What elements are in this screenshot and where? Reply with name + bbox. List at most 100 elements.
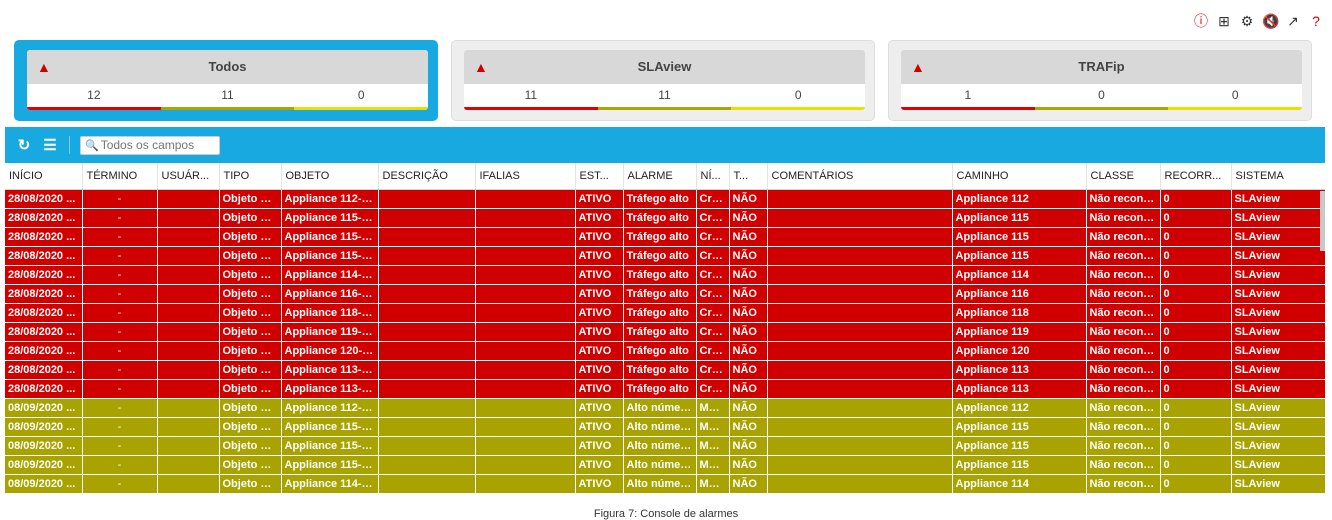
table-cell: Appliance 115-net0 [281,208,379,228]
grid-icon[interactable]: ⊞ [1216,13,1232,29]
mute-icon[interactable]: 🔇 [1262,13,1279,29]
table-cell: - [82,227,158,247]
table-cell [157,474,220,494]
major-count: 11 [597,84,732,110]
column-header[interactable]: COMENTÁRIOS [767,163,953,190]
table-cell: 08/09/2020 ... [5,436,83,456]
settings-icon[interactable]: ⚙ [1239,13,1255,29]
card-title: TRAFip [1078,59,1125,74]
expand-icon[interactable]: ↗ [1285,13,1301,29]
table-cell: ATIVO [575,189,624,209]
scrollbar[interactable] [1320,191,1325,251]
info-icon[interactable]: ⓘ [1193,13,1209,29]
column-header[interactable]: INÍCIO [5,163,83,190]
column-header[interactable]: IFALIAS [475,163,576,190]
table-row[interactable]: 08/09/2020 ... - Objeto m... Appliance 114-… [5,474,1325,494]
help-icon[interactable]: ? [1308,13,1324,29]
table-cell: Appliance 113 [952,379,1087,399]
table-cell: Não reconh... [1086,474,1161,494]
search-box[interactable]: 🔍 [80,135,220,155]
table-cell: 08/09/2020 ... [5,417,83,437]
column-header[interactable]: USUÁR... [157,163,220,190]
column-header[interactable]: OBJETO [281,163,379,190]
table-row[interactable]: 28/08/2020 ... - Objeto m... Appliance 116-… [5,284,1325,304]
column-header[interactable]: SISTEMA [1231,163,1325,190]
table-cell: Objeto m... [219,379,282,399]
column-header[interactable]: NÍ... [696,163,730,190]
table-cell: - [82,360,158,380]
table-row[interactable]: 28/08/2020 ... - Objeto m... Appliance 119-… [5,322,1325,342]
table-cell [767,284,953,304]
table-cell: Objeto m... [219,436,282,456]
table-row[interactable]: 28/08/2020 ... - Objeto m... Appliance 115-… [5,246,1325,266]
table-cell: Appliance 115-net2 [281,455,379,475]
top-toolbar: ⓘ ⊞ ⚙ 🔇 ↗ ? [1193,13,1324,29]
table-cell: Objeto m... [219,246,282,266]
table-cell: SLAview [1231,322,1325,342]
table-cell: Não reconh... [1086,265,1161,285]
table-cell: - [82,246,158,266]
table-cell: SLAview [1231,417,1325,437]
column-header[interactable]: TÉRMINO [82,163,158,190]
table-cell: Objeto m... [219,227,282,247]
table-cell: Não reconh... [1086,303,1161,323]
column-header[interactable]: ALARME [623,163,697,190]
column-header[interactable]: DESCRIÇÃO [378,163,476,190]
table-cell [767,246,953,266]
column-header[interactable]: EST... [575,163,624,190]
card-slaview[interactable]: ▲ SLAview 11 11 0 [451,40,875,121]
table-cell: Tráfego alto [623,303,697,323]
grid-toolbar: ↻ ☰ 🔍 [5,127,1325,163]
minor-count: 0 [294,84,428,110]
column-header[interactable]: TIPO [219,163,282,190]
table-cell [378,341,476,361]
table-cell: Tráfego alto [623,189,697,209]
table-cell [767,208,953,228]
minor-count: 0 [731,84,865,110]
refresh-icon[interactable]: ↻ [15,136,33,154]
table-cell [157,379,220,399]
table-row[interactable]: 28/08/2020 ... - Objeto m... Appliance 114-… [5,265,1325,285]
table-cell: Não reconh... [1086,398,1161,418]
column-header[interactable]: CAMINHO [952,163,1087,190]
column-header[interactable]: RECORR... [1160,163,1232,190]
table-cell: Tráfego alto [623,341,697,361]
table-cell [475,265,576,285]
table-cell: SLAview [1231,265,1325,285]
table-row[interactable]: 28/08/2020 ... - Objeto m... Appliance 118-… [5,303,1325,323]
card-title: SLAview [637,59,692,74]
table-cell: Appliance 115-net1 [281,436,379,456]
table-cell: ATIVO [575,341,624,361]
critical-count: 1 [901,84,1035,110]
table-row[interactable]: 28/08/2020 ... - Objeto m... Appliance 115-… [5,208,1325,228]
table-cell [378,455,476,475]
table-row[interactable]: 08/09/2020 ... - Objeto m... Appliance 115-… [5,436,1325,456]
table-cell: SLAview [1231,455,1325,475]
table-cell: Não reconh... [1086,189,1161,209]
table-cell: Appliance 116-net0 [281,284,379,304]
table-row[interactable]: 28/08/2020 ... - Objeto m... Appliance 113-… [5,360,1325,380]
table-cell: Criti... [696,341,730,361]
table-cell: NÃO [729,322,768,342]
card-todos[interactable]: ▲ Todos 12 11 0 [14,40,438,121]
table-cell: 28/08/2020 ... [5,189,83,209]
table-cell: Major [696,398,730,418]
table-row[interactable]: 28/08/2020 ... - Objeto m... Appliance 113-… [5,379,1325,399]
columns-icon[interactable]: ☰ [41,136,59,154]
column-header[interactable]: T... [729,163,768,190]
table-cell [767,341,953,361]
table-row[interactable]: 08/09/2020 ... - Objeto m... Appliance 112-… [5,398,1325,418]
table-cell: 0 [1160,265,1232,285]
search-input[interactable] [100,138,216,152]
table-row[interactable]: 28/08/2020 ... - Objeto m... Appliance 112-… [5,189,1325,209]
table-row[interactable]: 28/08/2020 ... - Objeto m... Appliance 115-… [5,227,1325,247]
table-row[interactable]: 08/09/2020 ... - Objeto m... Appliance 115-… [5,455,1325,475]
table-cell: Alto númer... [623,398,697,418]
table-row[interactable]: 08/09/2020 ... - Objeto m... Appliance 115-… [5,417,1325,437]
card-trafip[interactable]: ▲ TRAFip 1 0 0 [888,40,1312,121]
table-cell: Criti... [696,379,730,399]
table-cell: Tráfego alto [623,246,697,266]
table-row[interactable]: 28/08/2020 ... - Objeto m... Appliance 120-… [5,341,1325,361]
column-header[interactable]: CLASSE [1086,163,1161,190]
table-cell: ATIVO [575,398,624,418]
